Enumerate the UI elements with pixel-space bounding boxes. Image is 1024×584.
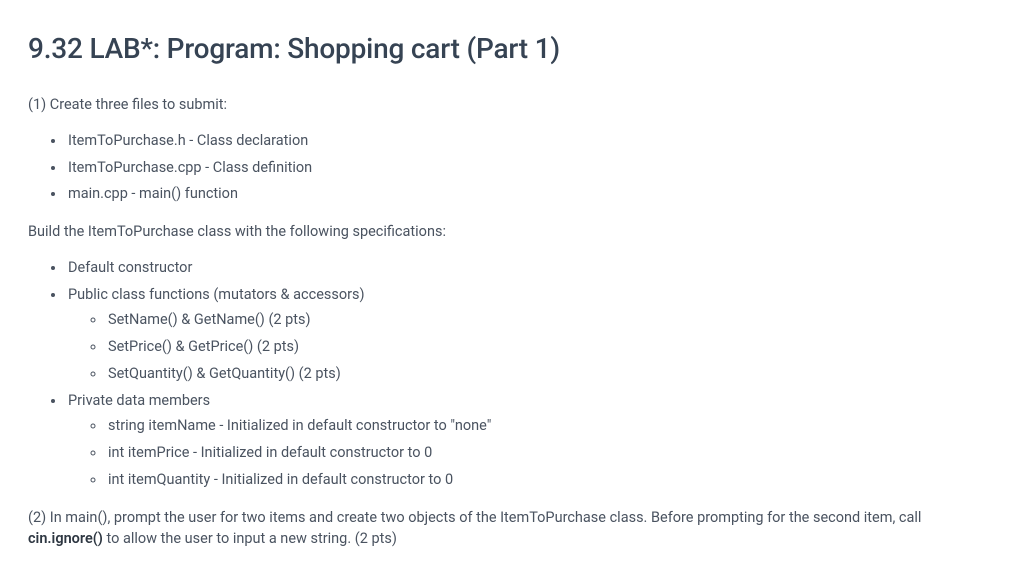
spec-sublist: SetName() & GetName() (2 pts) SetPrice()… xyxy=(106,309,996,384)
files-list: ItemToPurchase.h - Class declaration Ite… xyxy=(66,130,996,205)
list-item: ItemToPurchase.h - Class declaration xyxy=(66,130,996,152)
section1-intro: (1) Create three files to submit: xyxy=(28,94,996,116)
section2-before: (2) In main(), prompt the user for two i… xyxy=(28,509,921,526)
list-item: main.cpp - main() function xyxy=(66,183,996,205)
spec-label: Public class functions (mutators & acces… xyxy=(68,286,365,303)
spec-label: Private data members xyxy=(68,392,210,409)
list-item: int itemPrice - Initialized in default c… xyxy=(106,442,996,464)
build-intro: Build the ItemToPurchase class with the … xyxy=(28,221,996,243)
list-item: Public class functions (mutators & acces… xyxy=(66,284,996,385)
list-item: string itemName - Initialized in default… xyxy=(106,415,996,437)
spec-label: Default constructor xyxy=(68,259,192,276)
list-item: SetPrice() & GetPrice() (2 pts) xyxy=(106,336,996,358)
spec-sublist: string itemName - Initialized in default… xyxy=(106,415,996,490)
list-item: Default constructor xyxy=(66,257,996,279)
list-item: Private data members string itemName - I… xyxy=(66,390,996,491)
section2-text: (2) In main(), prompt the user for two i… xyxy=(28,507,996,551)
section2-bold: cin.ignore() xyxy=(28,530,103,547)
section2-after: to allow the user to input a new string.… xyxy=(103,530,397,547)
list-item: int itemQuantity - Initialized in defaul… xyxy=(106,469,996,491)
list-item: SetQuantity() & GetQuantity() (2 pts) xyxy=(106,363,996,385)
list-item: SetName() & GetName() (2 pts) xyxy=(106,309,996,331)
list-item: ItemToPurchase.cpp - Class definition xyxy=(66,157,996,179)
specs-list: Default constructor Public class functio… xyxy=(66,257,996,491)
page-title: 9.32 LAB*: Program: Shopping cart (Part … xyxy=(28,28,996,70)
